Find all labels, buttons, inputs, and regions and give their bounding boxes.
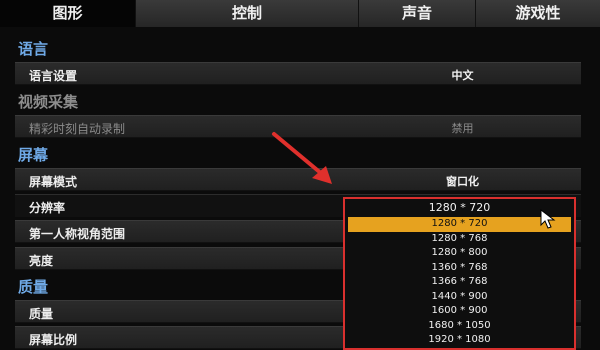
resolution-option[interactable]: 1680 * 1050 [348, 319, 571, 334]
tab-graphics[interactable]: 图形 [0, 0, 135, 27]
resolution-option[interactable]: 1280 * 768 [348, 232, 571, 247]
tab-sound[interactable]: 声音 [358, 0, 475, 27]
tab-bar: 图形 控制 声音 游戏性 [0, 0, 600, 27]
section-screen-title: 屏幕 [18, 146, 49, 164]
mouse-cursor-icon [540, 209, 556, 229]
screen-mode-label: 屏幕模式 [29, 175, 78, 189]
resolution-option[interactable]: 1920 * 1080 [348, 333, 571, 348]
resolution-option[interactable]: 1280 * 800 [348, 246, 571, 261]
resolution-option[interactable]: 1600 * 900 [348, 304, 571, 319]
resolution-options-list: 1280 * 720 1280 * 768 1280 * 800 1360 * … [348, 217, 571, 348]
section-video-capture-title: 视频采集 [18, 93, 79, 111]
resolution-option[interactable]: 1366 * 768 [348, 275, 571, 290]
quality-label: 质量 [29, 307, 54, 321]
aspect-ratio-label: 屏幕比例 [29, 333, 78, 347]
section-language-title: 语言 [18, 40, 49, 58]
section-quality-title: 质量 [18, 278, 49, 296]
fov-label: 第一人称视角范围 [29, 227, 126, 241]
resolution-option[interactable]: 1440 * 900 [348, 290, 571, 305]
tab-gameplay[interactable]: 游戏性 [475, 0, 600, 27]
resolution-option[interactable]: 1280 * 720 [348, 217, 571, 232]
language-setting-label: 语言设置 [29, 69, 78, 83]
resolution-label: 分辨率 [29, 201, 66, 215]
highlight-record-value: 禁用 [451, 122, 474, 135]
screen-mode-value[interactable]: 窗口化 [345, 173, 580, 189]
resolution-option[interactable]: 1360 * 768 [348, 261, 571, 276]
tab-controls[interactable]: 控制 [135, 0, 358, 27]
language-setting-row[interactable]: 语言设置 中文 [15, 62, 581, 85]
brightness-label: 亮度 [29, 254, 54, 268]
highlight-record-label: 精彩时刻自动录制 [29, 122, 126, 136]
red-arrow-icon [272, 132, 332, 184]
language-setting-value[interactable]: 中文 [345, 67, 580, 83]
